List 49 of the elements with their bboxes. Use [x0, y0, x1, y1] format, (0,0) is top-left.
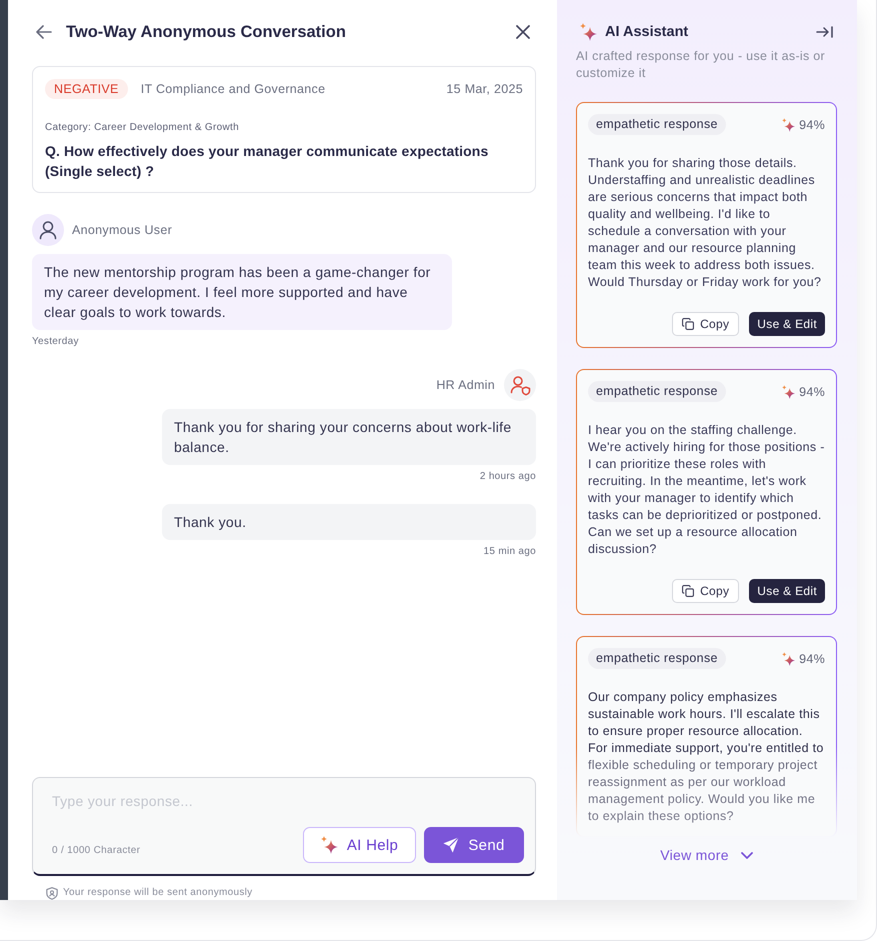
- shield-icon: [46, 886, 58, 900]
- use-edit-button[interactable]: Use & Edit: [749, 579, 825, 603]
- message-bubble: Thank you for sharing your concerns about work-life balance.: [162, 409, 536, 465]
- message-bubble: Thank you.: [162, 504, 536, 540]
- question-text: Q. How effectively does your manager communicate expectations (Single select) ?: [45, 142, 490, 181]
- copy-button[interactable]: Copy: [672, 312, 740, 336]
- match-score: 94%: [799, 384, 825, 398]
- match-score: 94%: [799, 118, 825, 132]
- sender-name: Anonymous User: [72, 223, 172, 237]
- message-time: 15 min ago: [484, 545, 536, 559]
- sparkle-icon: [580, 23, 597, 41]
- person-shield-icon: [504, 369, 536, 401]
- view-more-button[interactable]: View more: [660, 843, 753, 867]
- copy-button[interactable]: Copy: [672, 579, 740, 603]
- anonymity-note: Your response will be sent anonymously: [63, 886, 252, 900]
- category-label: Category: Career Development & Growth: [45, 121, 240, 135]
- arrow-to-bar-icon[interactable]: [816, 26, 833, 38]
- sender-name: HR Admin: [436, 378, 495, 392]
- panel-subtitle: AI crafted response for you - use it as-is or customize it: [576, 48, 826, 82]
- tone-tag: empathetic response: [588, 381, 726, 402]
- chevron-down-icon: [740, 852, 753, 858]
- sparkle-icon: [782, 118, 796, 132]
- suggestion-text: Thank you for sharing those details. Understaffing and unrealistic deadlines are serious concerns that impact both quality and wellbeing. I'd like to schedule a conversation with your manager and our resource planning team this week to address both issues. Would Thursday or Friday work for you?: [588, 155, 822, 291]
- suggestion-text: Our company policy emphasizes sustainable work hours. I'll escalate this to ensure proper resource allocation. For immediate support, you're entitled to flexible scheduling or temporary project reassignment as per our workload management policy. Would you like me to explain these options?: [588, 689, 825, 825]
- tone-tag: empathetic response: [588, 648, 726, 669]
- ai-help-button[interactable]: AI Help: [303, 827, 416, 863]
- tone-tag: empathetic response: [588, 114, 726, 135]
- copy-icon: [682, 318, 694, 330]
- send-button[interactable]: Send: [424, 827, 524, 863]
- date-label: 15 Mar, 2025: [446, 82, 523, 96]
- send-icon: [443, 837, 460, 853]
- character-counter: 0 / 1000 Character: [52, 844, 142, 858]
- message-bubble: The new mentorship program has been a game-changer for my career development. I feel more supported and have clear goals to work towards.: [32, 254, 452, 330]
- panel-title: AI Assistant: [605, 24, 690, 40]
- topic-label: IT Compliance and Governance: [140, 82, 326, 96]
- message-time: 2 hours ago: [480, 470, 536, 484]
- sparkle-icon: [320, 836, 338, 854]
- close-icon[interactable]: [516, 25, 530, 39]
- back-icon[interactable]: [36, 25, 52, 39]
- sparkle-icon: [782, 384, 796, 398]
- message-time: Yesterday: [32, 335, 79, 349]
- sparkle-icon: [782, 652, 796, 666]
- sentiment-badge: NEGATIVE: [45, 79, 128, 99]
- match-score: 94%: [799, 652, 825, 666]
- window-title: Two-Way Anonymous Conversation: [66, 22, 347, 42]
- suggestion-text: I hear you on the staffing challenge. We're actively hiring for those positions - I can prioritize these roles with recruiting. In the meantime, let's work with your manager to identify which tasks can be deprioritized or postponed. Can we set up a resource allocation discussion?: [588, 422, 825, 558]
- use-edit-button[interactable]: Use & Edit: [749, 312, 825, 336]
- person-icon: [32, 214, 64, 246]
- copy-icon: [682, 585, 694, 597]
